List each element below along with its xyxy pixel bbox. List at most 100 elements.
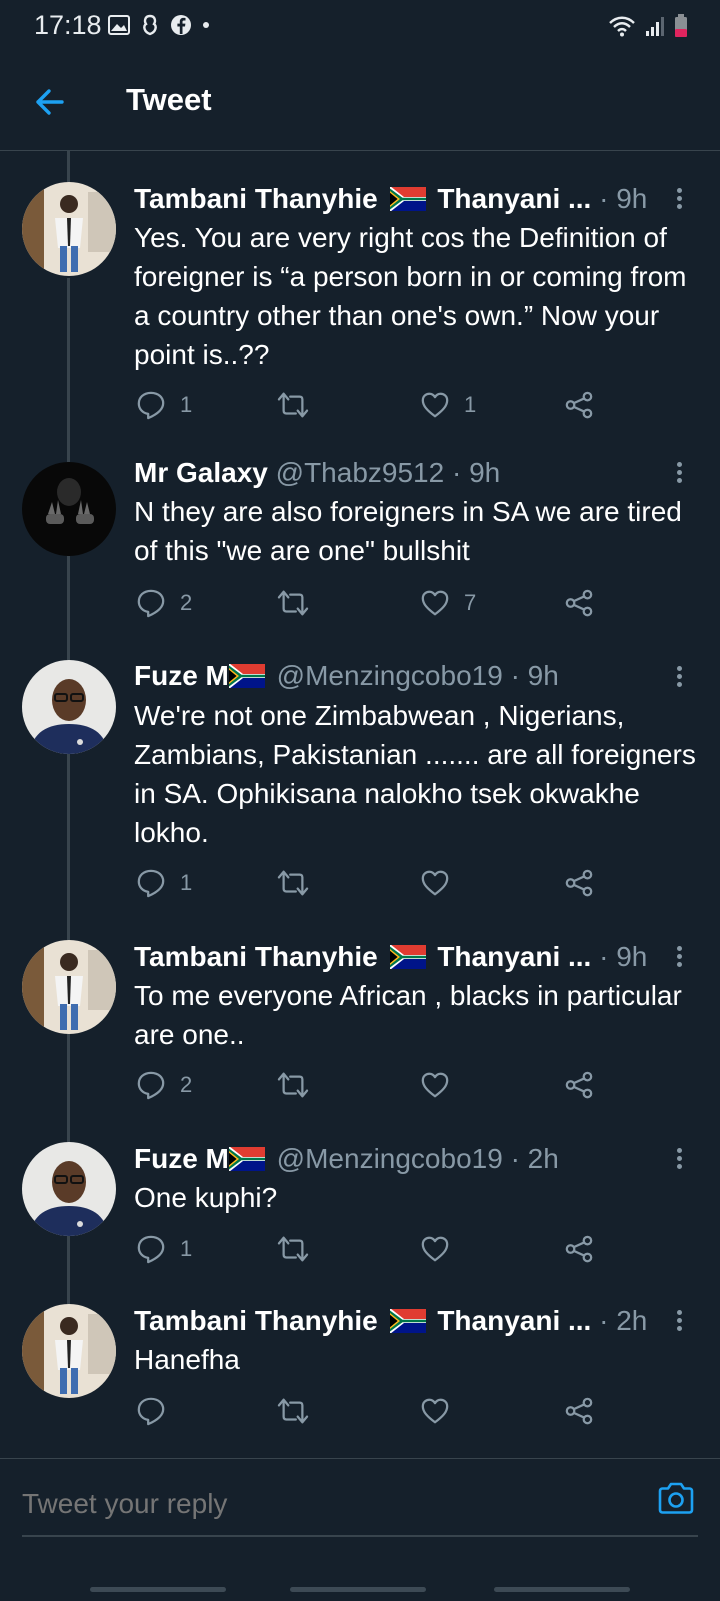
- like-icon: [420, 588, 450, 618]
- author-name[interactable]: Mr Galaxy: [134, 457, 268, 488]
- share-button[interactable]: [564, 588, 594, 618]
- share-button[interactable]: [564, 1234, 594, 1264]
- author-name[interactable]: Tambani Thanyhie: [134, 183, 378, 214]
- reply-underline: [22, 1535, 698, 1537]
- reply-count: 1: [180, 870, 193, 895]
- share-button[interactable]: [564, 1396, 594, 1426]
- wifi-icon: [609, 16, 635, 37]
- avatar[interactable]: [22, 660, 116, 754]
- tweet-text: We're not one Zimbabwean , Nigerians, Za…: [134, 700, 696, 848]
- page-title: Tweet: [126, 82, 212, 117]
- avatar[interactable]: [22, 1142, 116, 1236]
- author-name-suffix[interactable]: Thanyani ...: [437, 941, 591, 972]
- retweet-button[interactable]: [276, 1234, 310, 1264]
- retweet-button[interactable]: [276, 868, 310, 898]
- more-options-button[interactable]: [672, 943, 686, 971]
- tweet-actions: 2: [134, 1070, 694, 1104]
- reply-icon: [136, 390, 166, 420]
- nav-back-bar[interactable]: [494, 1587, 630, 1592]
- tweet-time: · 9h: [451, 457, 501, 488]
- tweet-time: · 2h: [599, 1305, 648, 1336]
- author-name[interactable]: Fuze M: [134, 660, 229, 691]
- tweet-header: Tambani Thanyhie Thanyani ... · 2h: [134, 1304, 647, 1338]
- share-icon: [564, 1396, 594, 1426]
- like-button[interactable]: [420, 1396, 450, 1426]
- tweet-time: · 9h: [510, 660, 559, 691]
- reply-button[interactable]: 2: [136, 1070, 192, 1100]
- nav-home-bar[interactable]: [290, 1587, 426, 1592]
- retweet-icon: [276, 1070, 310, 1100]
- reply-button[interactable]: 2: [136, 588, 192, 618]
- share-button[interactable]: [564, 868, 594, 898]
- tweet-header: Tambani Thanyhie Thanyani ... · 9h: [134, 940, 647, 974]
- share-icon: [564, 390, 594, 420]
- back-button[interactable]: [30, 82, 70, 122]
- system-icons: [608, 14, 688, 38]
- reply-count: 2: [180, 1072, 193, 1097]
- nav-recents-bar[interactable]: [90, 1587, 226, 1592]
- reply-input[interactable]: [22, 1481, 642, 1527]
- retweet-button[interactable]: [276, 1396, 310, 1426]
- like-icon: [420, 1234, 450, 1264]
- more-options-button[interactable]: [672, 1145, 686, 1173]
- gallery-icon: [108, 15, 130, 35]
- thread-line: [67, 150, 70, 182]
- tweet-actions: [134, 1396, 694, 1430]
- tweet-actions: 2 7: [134, 588, 694, 622]
- more-options-button[interactable]: [672, 459, 686, 487]
- retweet-button[interactable]: [276, 390, 310, 420]
- reply-button[interactable]: 1: [136, 390, 192, 420]
- more-options-button[interactable]: [672, 1307, 686, 1335]
- retweet-button[interactable]: [276, 1070, 310, 1100]
- author-name[interactable]: Tambani Thanyhie: [134, 941, 378, 972]
- sa-flag-icon: [390, 1309, 426, 1333]
- like-button[interactable]: [420, 868, 464, 898]
- more-options-button[interactable]: [672, 663, 686, 691]
- share-button[interactable]: [564, 1070, 594, 1100]
- share-icon: [564, 1070, 594, 1100]
- sa-flag-icon: [229, 1147, 265, 1171]
- status-time: 17:18: [34, 10, 102, 40]
- thread-line: [67, 754, 70, 940]
- like-button[interactable]: [420, 1070, 464, 1100]
- reply-button[interactable]: [136, 1396, 166, 1426]
- author-name-suffix[interactable]: Thanyani ...: [437, 183, 591, 214]
- tweet-text: N they are also foreigners in SA we are …: [134, 496, 682, 566]
- more-options-button[interactable]: [672, 185, 686, 213]
- avatar[interactable]: [22, 182, 116, 276]
- author-handle[interactable]: @Menzingcobo19: [277, 1143, 503, 1174]
- reply-count: 1: [180, 392, 193, 417]
- share-icon: [564, 1234, 594, 1264]
- reply-button[interactable]: 1: [136, 1234, 192, 1264]
- app-header: Tweet: [0, 52, 720, 151]
- author-name[interactable]: Tambani Thanyhie: [134, 1305, 378, 1336]
- tweet-time: · 2h: [510, 1143, 559, 1174]
- retweet-icon: [276, 1234, 310, 1264]
- avatar[interactable]: [22, 1304, 116, 1398]
- author-handle[interactable]: @Menzingcobo19: [277, 660, 503, 691]
- share-button[interactable]: [564, 390, 594, 420]
- back-arrow-icon: [36, 89, 64, 115]
- reply-button[interactable]: 1: [136, 868, 192, 898]
- retweet-button[interactable]: [276, 588, 310, 618]
- reply-icon: [136, 588, 166, 618]
- share-icon: [564, 588, 594, 618]
- camera-button[interactable]: [656, 1479, 696, 1519]
- like-button[interactable]: 7: [420, 588, 476, 618]
- sa-flag-icon: [390, 945, 426, 969]
- avatar[interactable]: [22, 940, 116, 1034]
- like-icon: [420, 1396, 450, 1426]
- thread-line: [67, 556, 70, 660]
- thread-line: [67, 1236, 70, 1304]
- tweet-actions: 1: [134, 868, 694, 902]
- author-name[interactable]: Fuze M: [134, 1143, 229, 1174]
- reply-bar: [0, 1458, 720, 1601]
- author-name-suffix[interactable]: Thanyani ...: [437, 1305, 591, 1336]
- notification-icons: [108, 14, 210, 36]
- like-button[interactable]: [420, 1234, 464, 1264]
- avatar[interactable]: [22, 462, 116, 556]
- like-button[interactable]: 1: [420, 390, 476, 420]
- author-handle[interactable]: @Thabz9512: [276, 457, 445, 488]
- tweet-header: Fuze M @Menzingcobo19 · 2h: [134, 1142, 559, 1176]
- retweet-icon: [276, 390, 310, 420]
